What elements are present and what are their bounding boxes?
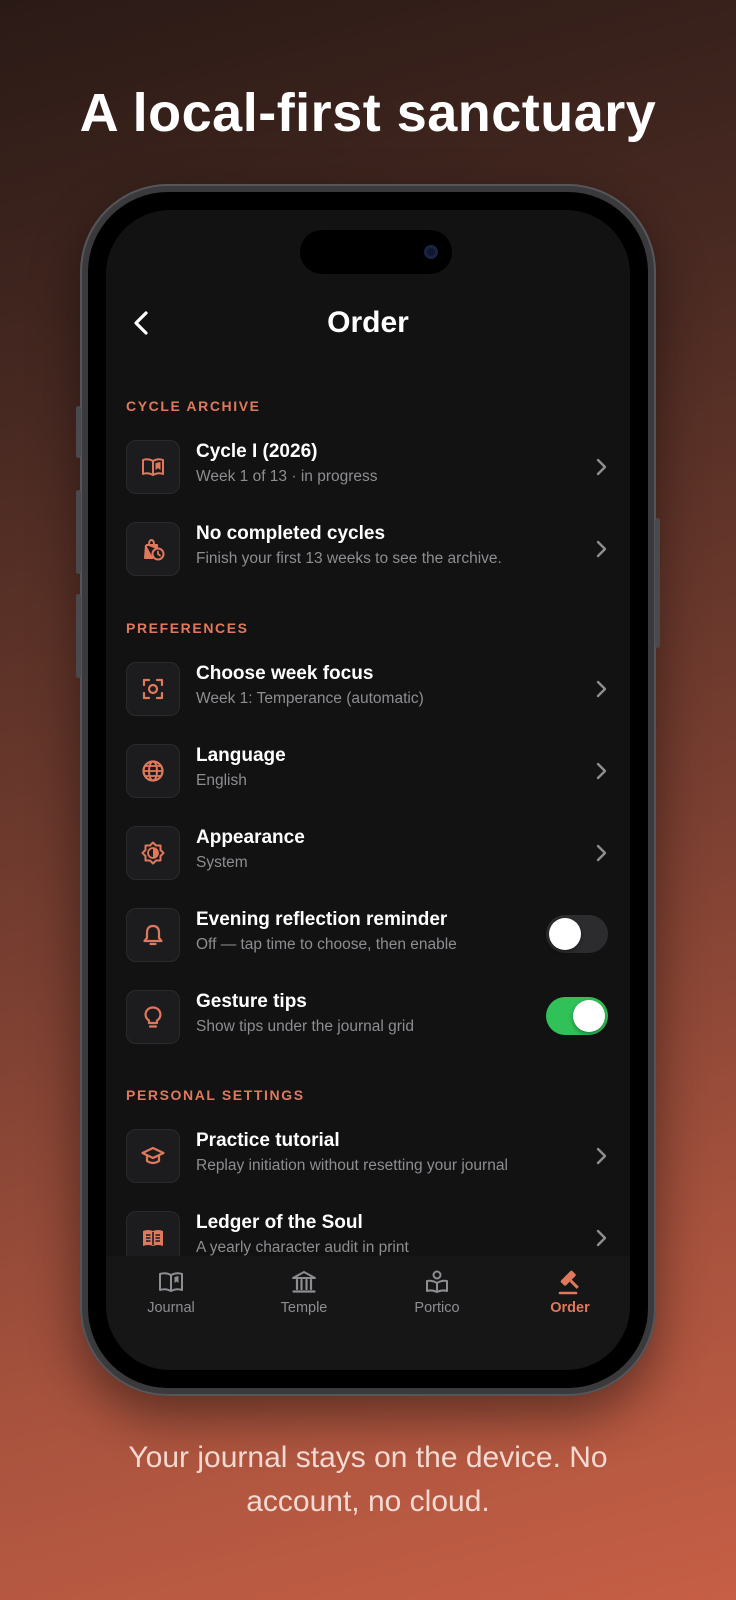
row-evening-reminder: Evening reflection reminder Off — tap ti… (126, 907, 614, 963)
row-title: Ledger of the Soul (196, 1212, 363, 1233)
open-book-icon (159, 1272, 183, 1292)
chevron-right-icon (596, 1147, 607, 1165)
row-choose-week-focus[interactable]: Choose week focus Week 1: Temperance (au… (126, 661, 614, 717)
app-screen: Order CYCLE ARCHIVE Cycle I (2026) Week … (106, 210, 630, 1370)
row-title: Cycle I (2026) (196, 441, 318, 462)
row-title: Appearance (196, 827, 305, 848)
row-language[interactable]: Language English (126, 743, 614, 799)
temple-icon (292, 1271, 316, 1293)
row-practice-tutorial[interactable]: Practice tutorial Replay initiation with… (126, 1128, 614, 1184)
row-appearance[interactable]: Appearance System (126, 825, 614, 881)
row-subtitle: A yearly character audit in print (196, 1239, 409, 1256)
bag-clock-icon (126, 522, 180, 576)
power-button (655, 518, 660, 648)
row-subtitle: English (196, 772, 247, 789)
appearance-icon (126, 826, 180, 880)
action-button (76, 406, 81, 458)
graduation-cap-icon (126, 1129, 180, 1183)
row-subtitle: Show tips under the journal grid (196, 1018, 414, 1035)
phone-frame: Order CYCLE ARCHIVE Cycle I (2026) Week … (76, 184, 660, 1396)
tab-label: Order (550, 1300, 590, 1316)
tab-label: Temple (280, 1300, 328, 1316)
tab-portico[interactable]: Portico (382, 1268, 492, 1316)
row-subtitle: System (196, 854, 248, 871)
lightbulb-icon (126, 990, 180, 1044)
row-subtitle: Replay initiation without resetting your… (196, 1157, 508, 1174)
camera (424, 245, 438, 259)
section-label-cycle-archive: CYCLE ARCHIVE (126, 398, 261, 414)
tab-label: Journal (147, 1300, 195, 1316)
chevron-right-icon (596, 680, 607, 698)
row-subtitle: Week 1: Temperance (automatic) (196, 690, 424, 707)
row-subtitle[interactable]: Off — tap time to choose, then enable (196, 936, 457, 954)
row-title: No completed cycles (196, 523, 386, 544)
toggle-knob (573, 1000, 605, 1032)
row-subtitle: Finish your first 13 weeks to see the ar… (196, 550, 502, 567)
chevron-right-icon (596, 540, 607, 558)
reminder-toggle[interactable] (546, 915, 608, 953)
bell-icon (126, 908, 180, 962)
portico-icon (426, 1270, 448, 1293)
row-title: Choose week focus (196, 663, 374, 684)
footer-caption: Your journal stays on the device. No acc… (128, 1441, 608, 1518)
page-title: Order (327, 306, 409, 339)
gesture-tips-toggle[interactable] (546, 997, 608, 1035)
top-bar: Order (106, 300, 630, 344)
volume-down-button (76, 594, 81, 678)
row-cycle-i[interactable]: Cycle I (2026) Week 1 of 13 · in progres… (126, 439, 614, 495)
row-title: Evening reflection reminder (196, 909, 448, 930)
volume-up-button (76, 490, 81, 574)
toggle-knob (549, 918, 581, 950)
row-no-completed-cycles[interactable]: No completed cycles Finish your first 13… (126, 521, 614, 577)
section-label-preferences: PREFERENCES (126, 620, 249, 636)
row-title: Practice tutorial (196, 1130, 340, 1151)
row-title: Language (196, 745, 286, 766)
chevron-right-icon (596, 762, 607, 780)
headline: A local-first sanctuary (79, 83, 657, 143)
globe-icon (126, 744, 180, 798)
dynamic-island (300, 230, 452, 274)
focus-target-icon (126, 662, 180, 716)
row-title: Gesture tips (196, 991, 307, 1012)
tab-order[interactable]: Order (515, 1268, 625, 1316)
open-book-icon (126, 440, 180, 494)
tab-bar: Journal Temple Portico Order (106, 1256, 630, 1370)
chevron-right-icon (596, 458, 607, 476)
tab-label: Portico (414, 1300, 460, 1316)
tab-temple[interactable]: Temple (249, 1268, 359, 1316)
chevron-right-icon (596, 844, 607, 862)
tab-journal[interactable]: Journal (116, 1268, 226, 1316)
row-subtitle: Week 1 of 13 · in progress (196, 468, 378, 485)
section-label-personal-settings: PERSONAL SETTINGS (126, 1087, 305, 1103)
gavel-icon (558, 1270, 579, 1295)
row-gesture-tips: Gesture tips Show tips under the journal… (126, 989, 614, 1045)
chevron-right-icon (596, 1229, 607, 1247)
